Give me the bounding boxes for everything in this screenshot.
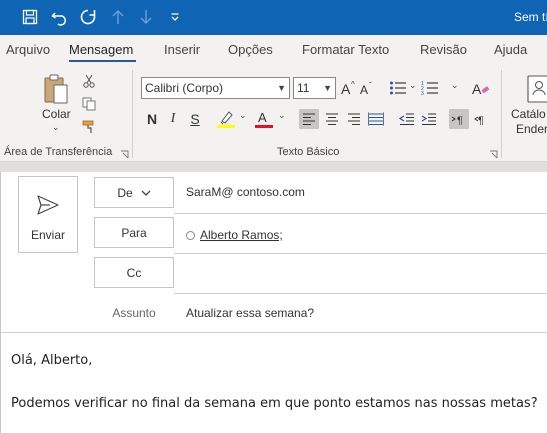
cc-button[interactable]: Cc xyxy=(94,257,174,288)
redo-icon[interactable] xyxy=(76,5,100,29)
subject-label: Assunto xyxy=(112,306,156,320)
tab-ajuda[interactable]: Ajuda xyxy=(494,42,527,57)
font-name-chevron-icon: ▼ xyxy=(277,83,286,93)
tab-formatar-texto[interactable]: Formatar Texto xyxy=(302,42,389,57)
cc-button-label: Cc xyxy=(126,265,142,280)
ribbon: Colar ⌄ Área de Transferência Calibri (C… xyxy=(0,66,547,162)
font-color-chevron-icon[interactable]: ⌄ xyxy=(278,110,286,121)
subject-divider xyxy=(1,332,547,333)
from-button-label: De xyxy=(117,185,133,200)
to-button-label: Para xyxy=(121,225,147,240)
cut-icon[interactable] xyxy=(80,72,98,90)
ltr-paragraph-icon[interactable]: ¶ xyxy=(449,109,469,129)
send-button-label: Enviar xyxy=(30,228,65,242)
font-size-combo[interactable]: 11 ▼ xyxy=(293,77,336,99)
align-right-icon[interactable] xyxy=(344,109,364,129)
clipboard-dialog-launcher-icon[interactable] xyxy=(120,148,129,159)
to-recipient-name: Alberto Ramos; xyxy=(200,228,283,242)
tab-opcoes[interactable]: Opções xyxy=(228,42,273,57)
compose-area: Enviar De SaraM@ contoso.com Para Albert… xyxy=(0,172,547,433)
numbering-chevron-icon[interactable]: ⌄ xyxy=(451,80,459,91)
increase-indent-icon[interactable] xyxy=(419,109,439,129)
address-book-icon[interactable] xyxy=(526,72,547,106)
bold-label: N xyxy=(146,111,158,127)
undo-icon[interactable] xyxy=(47,5,71,29)
arrow-up-icon[interactable] xyxy=(106,5,130,29)
numbering-icon[interactable]: 123 xyxy=(420,78,440,98)
window-title: Sem tí xyxy=(514,10,547,24)
active-tab-indicator xyxy=(69,60,136,62)
bullets-icon[interactable] xyxy=(388,78,408,98)
clipboard-group-label: Área de Transferência xyxy=(4,146,113,158)
basic-text-group-label: Texto Básico xyxy=(277,146,340,158)
customize-icon[interactable] xyxy=(163,5,187,29)
svg-text:A: A xyxy=(360,83,368,96)
italic-button[interactable]: I xyxy=(163,108,183,130)
basic-text-dialog-launcher-icon[interactable] xyxy=(489,148,498,159)
font-color-icon[interactable]: A xyxy=(252,108,276,130)
arrow-down-icon[interactable] xyxy=(134,5,158,29)
svg-text:3: 3 xyxy=(421,91,424,96)
group-divider xyxy=(501,70,502,158)
decrease-indent-icon[interactable] xyxy=(397,109,417,129)
grow-font-icon[interactable]: A ^ xyxy=(340,78,358,98)
tab-revisao[interactable]: Revisão xyxy=(420,42,467,57)
send-icon xyxy=(37,195,59,218)
underline-label: S xyxy=(190,111,200,127)
from-chevron-down-icon xyxy=(141,190,151,196)
address-book-label-line1[interactable]: Catálo xyxy=(511,107,546,121)
svg-text:¶: ¶ xyxy=(478,115,484,125)
paste-icon[interactable] xyxy=(40,72,72,108)
body-paragraph[interactable]: Podemos verificar no final da semana em … xyxy=(11,396,538,411)
from-button[interactable]: De xyxy=(94,177,174,208)
tab-inserir[interactable]: Inserir xyxy=(164,42,200,57)
font-name-combo[interactable]: Calibri (Corpo) ▼ xyxy=(141,77,290,99)
send-button[interactable]: Enviar xyxy=(18,176,78,253)
title-bar: Sem tí xyxy=(0,0,547,35)
format-painter-icon[interactable] xyxy=(80,118,98,136)
font-name-value: Calibri (Corpo) xyxy=(145,81,224,95)
to-recipient-chip[interactable]: Alberto Ramos; xyxy=(186,228,283,242)
highlight-chevron-icon[interactable]: ⌄ xyxy=(239,110,247,121)
save-icon[interactable] xyxy=(18,5,42,29)
address-book-label-line2[interactable]: Ender xyxy=(516,122,547,136)
shrink-font-icon[interactable]: Aˇ xyxy=(359,78,377,98)
bullets-chevron-icon[interactable]: ⌄ xyxy=(409,80,417,91)
body-greeting[interactable]: Olá, Alberto, xyxy=(11,353,92,368)
to-field-underline[interactable] xyxy=(174,253,547,254)
tab-arquivo[interactable]: Arquivo xyxy=(6,42,50,57)
to-button[interactable]: Para xyxy=(94,217,174,248)
cc-field-underline[interactable] xyxy=(174,293,547,294)
font-size-chevron-icon: ▼ xyxy=(323,83,332,93)
align-center-icon[interactable] xyxy=(322,109,342,129)
paste-button-label[interactable]: Colar xyxy=(42,107,71,121)
svg-text:¶: ¶ xyxy=(457,115,463,125)
svg-text:A: A xyxy=(341,81,351,96)
from-value: SaraM@ contoso.com xyxy=(186,185,305,199)
copy-icon[interactable] xyxy=(80,95,98,113)
ribbon-gap xyxy=(0,162,547,172)
paste-dropdown-chevron-icon[interactable]: ⌄ xyxy=(52,122,60,133)
italic-label: I xyxy=(170,111,176,126)
svg-text:^: ^ xyxy=(351,80,355,89)
justify-icon[interactable] xyxy=(366,109,386,129)
svg-text:A: A xyxy=(258,110,267,125)
bold-button[interactable]: N xyxy=(142,108,162,130)
highlight-color-icon[interactable] xyxy=(214,108,238,130)
group-divider xyxy=(132,70,133,158)
clear-formatting-icon[interactable]: A xyxy=(471,78,491,98)
subject-input[interactable]: Atualizar essa semana? xyxy=(186,306,314,320)
svg-text:A: A xyxy=(472,81,482,96)
font-size-value: 11 xyxy=(297,81,310,95)
svg-text:ˇ: ˇ xyxy=(369,81,372,90)
underline-button[interactable]: S xyxy=(185,108,205,130)
align-left-icon[interactable] xyxy=(299,109,319,129)
presence-icon xyxy=(186,230,195,240)
tab-mensagem[interactable]: Mensagem xyxy=(69,42,133,57)
field-divider xyxy=(174,213,547,214)
rtl-paragraph-icon[interactable]: ¶ xyxy=(472,109,492,129)
